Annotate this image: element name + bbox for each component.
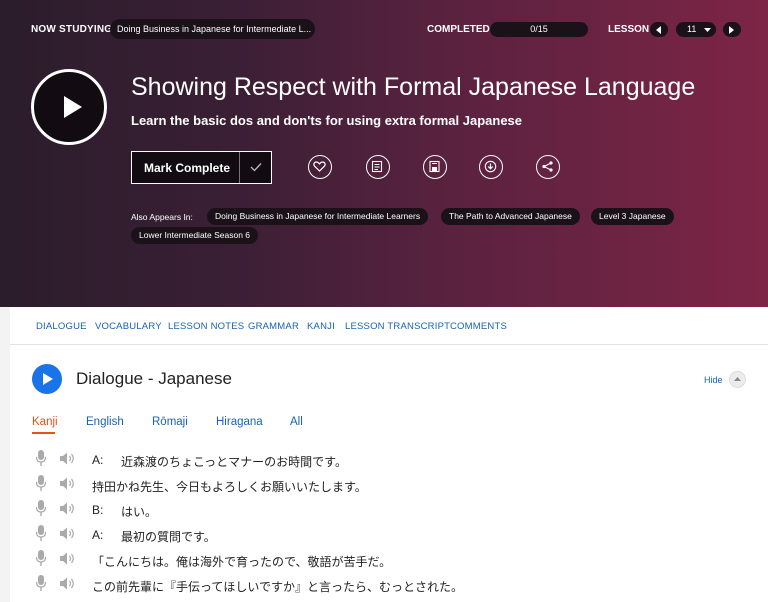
tab-lesson-transcript[interactable]: LESSON TRANSCRIPT [345,321,450,332]
play-icon [64,96,82,118]
microphone-icon[interactable] [36,525,46,542]
line-text: はい。 [121,505,158,519]
play-icon [43,373,53,385]
line-text: 「こんにちは。俺は海外で育ったので、敬語が苦手だ。 [92,555,392,569]
tab-dialogue[interactable]: DIALOGUE [36,321,87,332]
mark-complete-check[interactable] [239,152,273,183]
dialogue-line: A: 近森渡のちょこっとマナーのお時間です。 [10,448,768,472]
share-icon [542,161,553,172]
microphone-icon[interactable] [36,550,46,567]
dialogue-line: 持田かね先生、今日もよろしくお願いいたします。 [10,473,768,497]
lesson-label: LESSON [608,24,650,35]
script-tab-romaji[interactable]: Rōmaji [152,416,188,428]
active-tab-indicator [32,432,55,434]
speaker-icon[interactable] [60,477,76,490]
chevron-up-icon [734,377,741,381]
script-tab-kanji[interactable]: Kanji [32,416,58,428]
microphone-icon[interactable] [36,450,46,467]
speaker-label: A: [92,528,104,542]
lesson-header: NOW STUDYING Doing Business in Japanese … [0,0,768,307]
notes-button[interactable] [366,155,390,179]
check-icon [250,163,262,172]
lesson-number: 11 [687,24,697,34]
also-appears-tag[interactable]: Lower Intermediate Season 6 [131,227,259,244]
dialogue-line: この前先輩に『手伝ってほしいですか』と言ったら、むっとされた。 [10,573,768,597]
tab-kanji[interactable]: KANJI [307,321,335,332]
play-lesson-button[interactable] [31,69,107,145]
favorite-button[interactable] [308,155,332,179]
dialogue-line: B: はい。 [10,498,768,522]
also-appears-tag[interactable]: The Path to Advanced Japanese [441,208,580,225]
line-text: 近森渡のちょこっとマナーのお時間です。 [121,455,347,469]
top-bar: NOW STUDYING Doing Business in Japanese … [0,0,768,58]
hide-link[interactable]: Hide [704,375,723,385]
course-selector[interactable]: Doing Business in Japanese for Intermedi… [110,19,315,39]
lesson-tabs: DIALOGUE VOCABULARY LESSON NOTES GRAMMAR… [10,307,768,345]
speaker-icon[interactable] [60,577,76,590]
script-tab-english[interactable]: English [86,416,124,428]
heart-icon [313,161,326,172]
also-appears-tag[interactable]: Level 3 Japanese [591,208,674,225]
script-tab-hiragana[interactable]: Hiragana [216,416,263,428]
chevron-left-icon [656,25,661,34]
microphone-icon[interactable] [36,575,46,592]
microphone-icon[interactable] [36,500,46,517]
tab-comments[interactable]: COMMENTS [450,321,507,332]
lesson-title: Showing Respect with Formal Japanese Lan… [131,73,696,101]
line-text: 持田かね先生、今日もよろしくお願いいたします。 [92,480,367,494]
completed-label: COMPLETED [427,24,490,35]
next-lesson-button[interactable] [723,22,741,37]
tab-vocabulary[interactable]: VOCABULARY [95,321,162,332]
dialogue-panel: Dialogue - Japanese Hide Kanji English R… [10,345,768,602]
save-icon [429,160,440,173]
speaker-icon[interactable] [60,552,76,565]
chevron-down-icon [704,28,711,32]
dialogue-line: A: 最初の質問です。 [10,523,768,547]
speaker-label: B: [92,503,104,517]
tab-grammar[interactable]: GRAMMAR [248,321,299,332]
speaker-icon[interactable] [60,502,76,515]
script-tab-all[interactable]: All [290,416,303,428]
now-studying-label: NOW STUDYING [31,24,113,35]
line-text: 最初の質問です。 [121,530,216,544]
speaker-icon[interactable] [60,452,76,465]
also-appears-label: Also Appears In: [131,212,193,222]
mark-complete-label: Mark Complete [144,161,231,175]
share-button[interactable] [536,155,560,179]
also-appears-tag[interactable]: Doing Business in Japanese for Intermedi… [207,208,429,225]
collapse-button[interactable] [729,371,746,388]
download-icon [484,160,497,173]
speaker-icon[interactable] [60,527,76,540]
previous-lesson-button[interactable] [650,22,668,37]
lesson-number-select[interactable]: 11 [676,22,716,37]
line-text: この前先輩に『手伝ってほしいですか』と言ったら、むっとされた。 [92,580,464,594]
lesson-subtitle: Learn the basic dos and don'ts for using… [131,113,523,128]
download-button[interactable] [479,155,503,179]
save-button[interactable] [423,155,447,179]
speaker-label: A: [92,453,104,467]
notes-icon [371,160,383,173]
microphone-icon[interactable] [36,475,46,492]
mark-complete-button[interactable]: Mark Complete [131,151,272,184]
dialogue-title: Dialogue - Japanese [76,369,232,388]
chevron-right-icon [729,25,734,34]
tab-lesson-notes[interactable]: LESSON NOTES [168,321,244,332]
progress-counter: 0/15 [490,22,588,37]
dialogue-line: 「こんにちは。俺は海外で育ったので、敬語が苦手だ。 [10,548,768,572]
play-dialogue-button[interactable] [32,364,62,394]
